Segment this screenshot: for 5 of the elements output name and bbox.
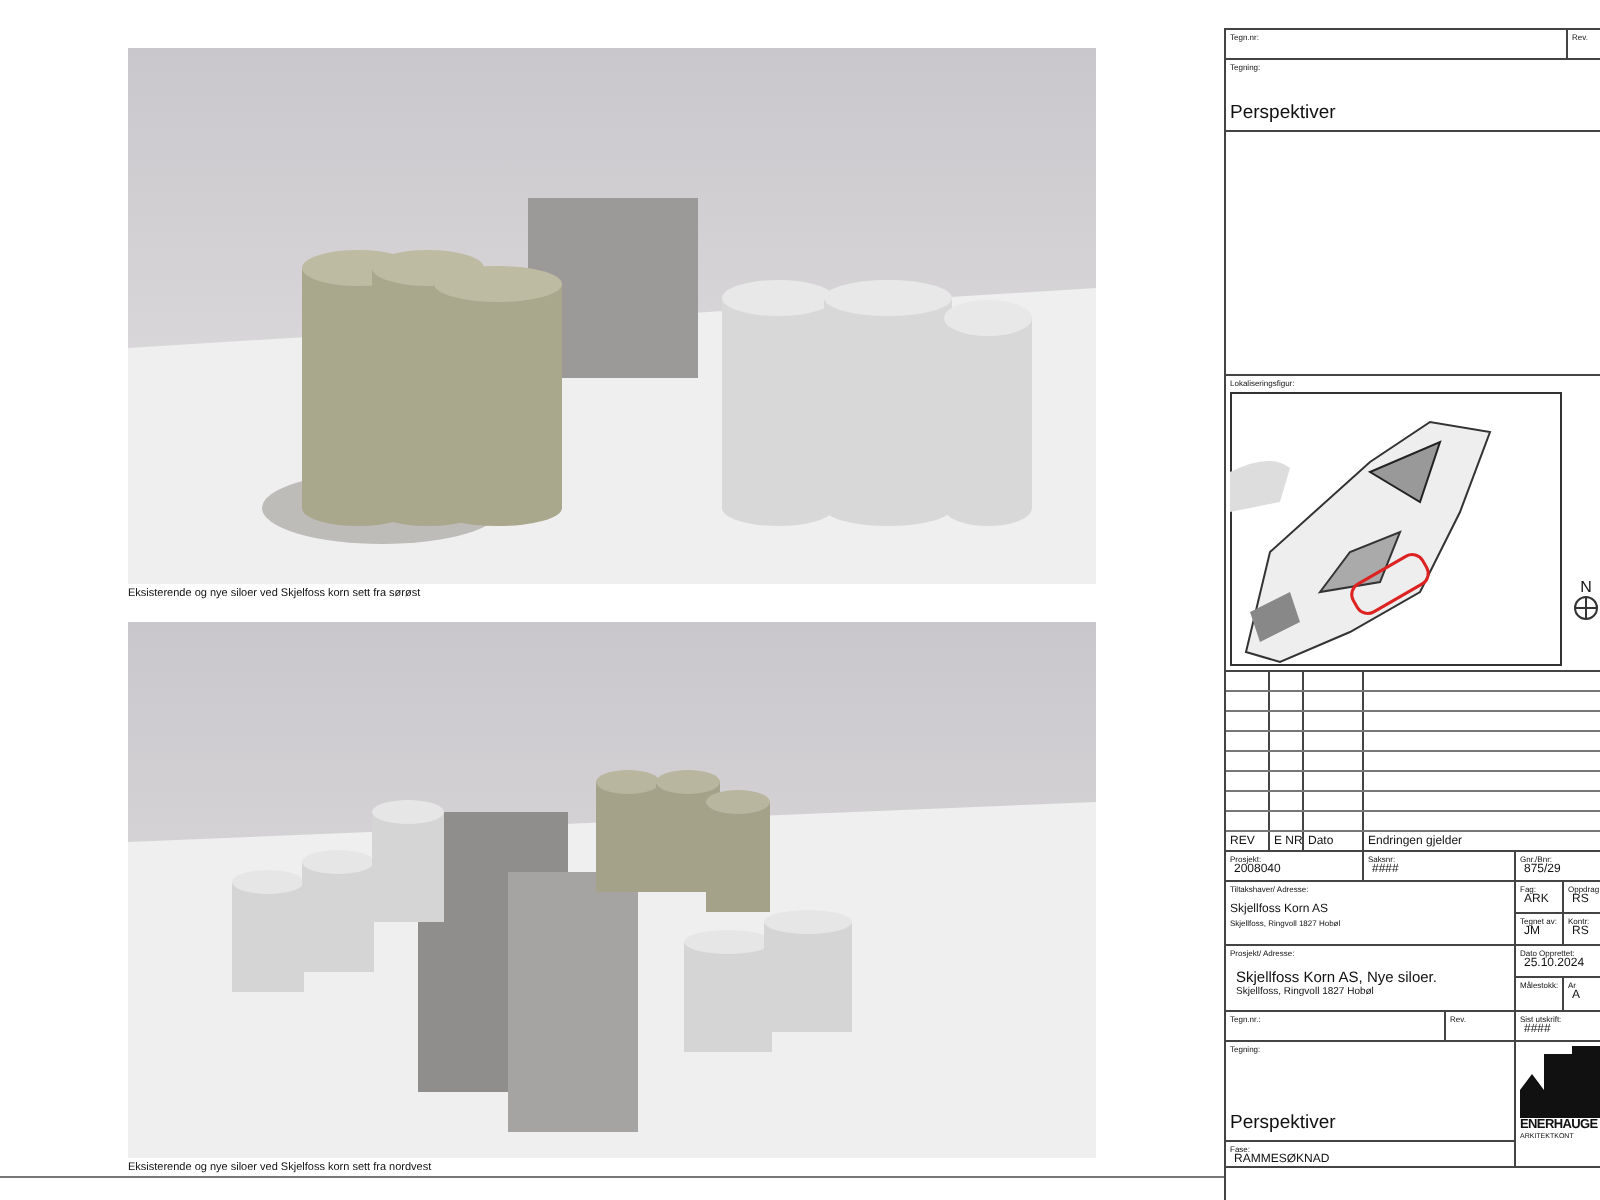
north-arrow-icon [1574, 596, 1598, 620]
building-logo-icon [1520, 1046, 1600, 1118]
drawing-title: Perspektiver [1230, 1112, 1338, 1138]
north-label: N [1580, 582, 1592, 592]
drawing-title: Perspektiver [1230, 102, 1338, 128]
